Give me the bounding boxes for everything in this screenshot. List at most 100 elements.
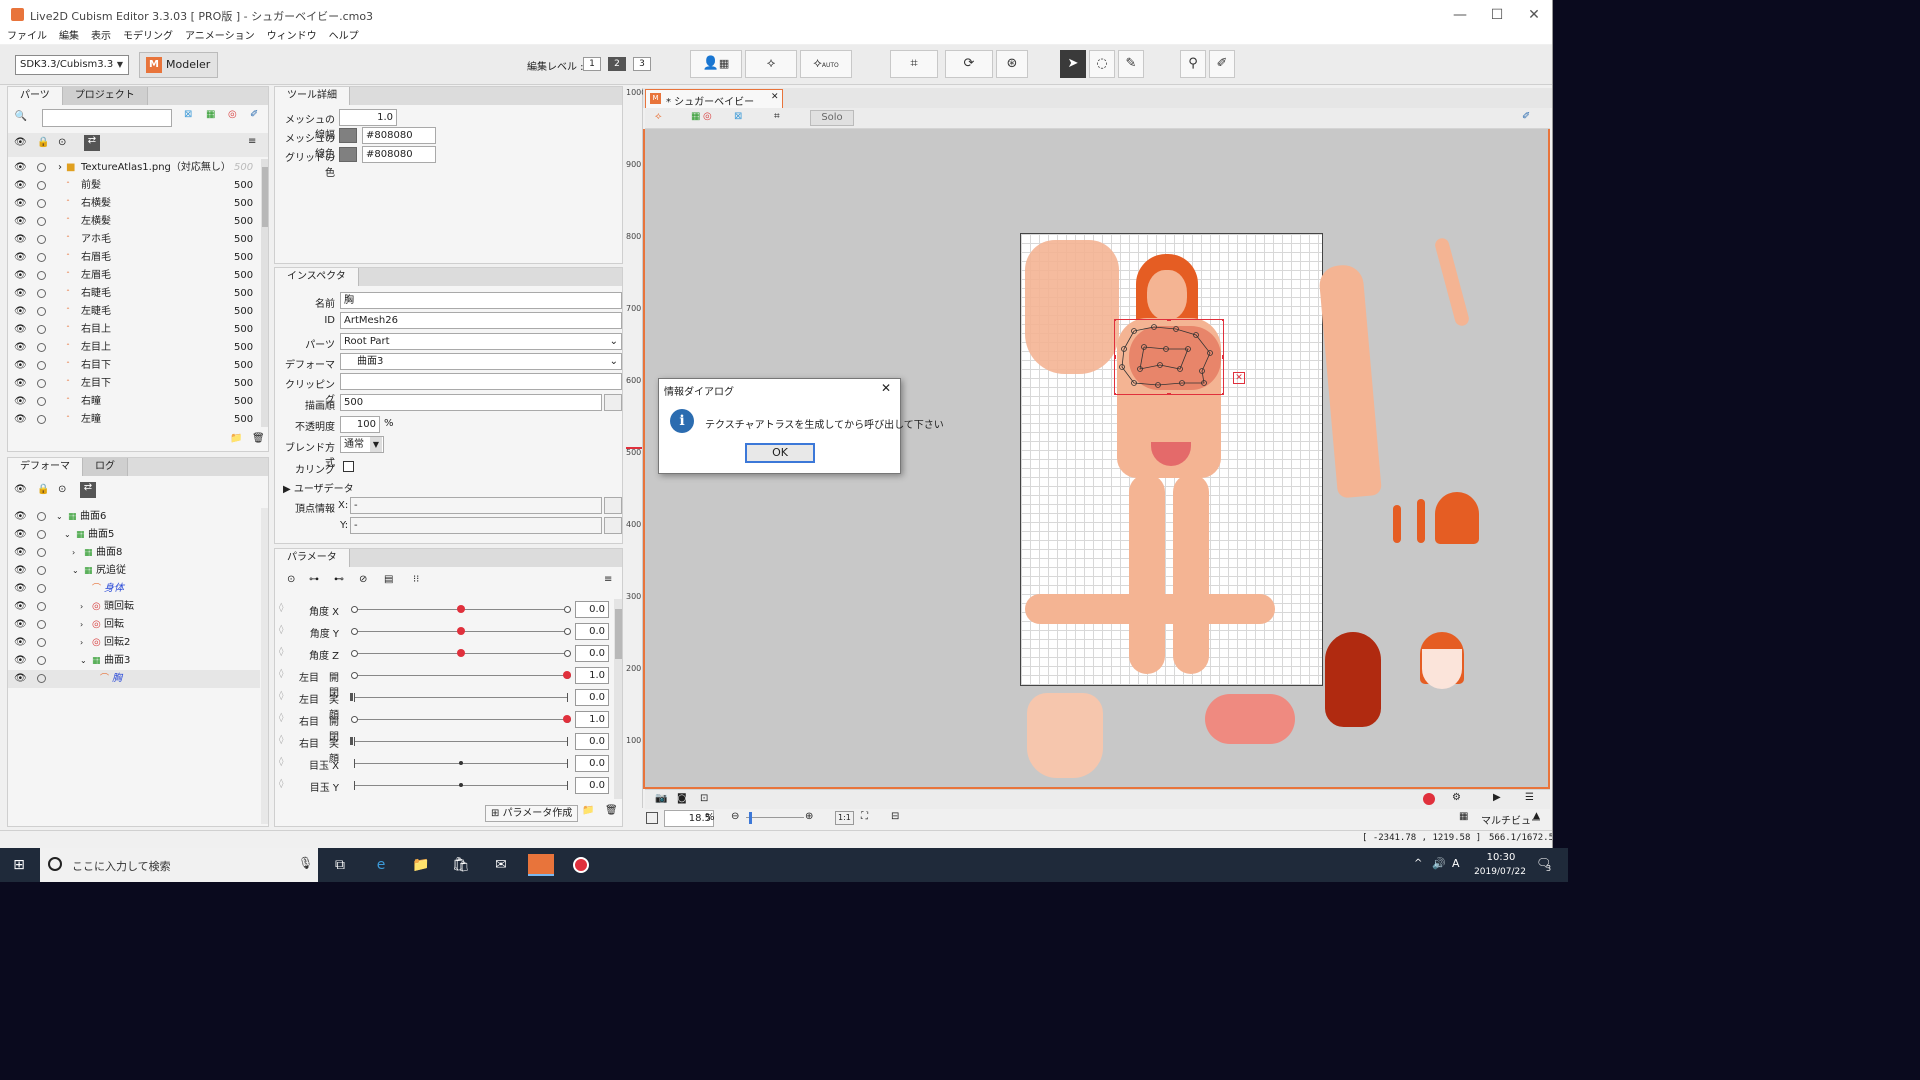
lock-toggle[interactable] (37, 235, 46, 244)
ime-icon[interactable]: A (1452, 857, 1460, 870)
blend-select[interactable]: 通常 ▼ (340, 436, 384, 453)
name-input[interactable]: 胸 (340, 292, 622, 309)
parameter-slider-knob[interactable] (456, 649, 465, 657)
eye-icon[interactable]: 👁 (14, 357, 27, 375)
parameter-row[interactable]: ◊ 角度 Z 0.0 (275, 643, 613, 665)
menu-animation[interactable]: アニメーション (178, 30, 260, 43)
windows-start-icon[interactable]: ⊞ (8, 854, 30, 876)
eye-icon[interactable]: 👁 (14, 375, 27, 393)
tab-deformer[interactable]: デフォーマ (8, 458, 83, 476)
lock-toggle[interactable] (37, 566, 46, 575)
volume-icon[interactable]: 🔊 (1432, 857, 1446, 870)
parameter-value[interactable]: 0.0 (575, 777, 609, 794)
part-row[interactable]: 👁 ˆ 右睫毛 500 (8, 285, 260, 303)
tab-inspector[interactable]: インスペクタ (275, 268, 359, 286)
clock-date[interactable]: 2019/07/22 (1468, 867, 1532, 877)
task-view-icon[interactable]: ⧉ (329, 854, 351, 876)
part-row[interactable]: 👁 ˆ 左目上 500 (8, 339, 260, 357)
parameter-row[interactable]: ◊ 角度 Y 0.0 (275, 621, 613, 643)
lock-icon[interactable]: 🔒 (37, 137, 49, 148)
deformer-row[interactable]: 👁 ⌒ 身体 (8, 580, 260, 598)
deformer-row[interactable]: 👁 › ◎ 回転 (8, 616, 260, 634)
eye-icon[interactable]: 👁 (14, 411, 27, 427)
edit-level-2[interactable]: 2 (608, 57, 626, 71)
lock-toggle[interactable] (37, 217, 46, 226)
list-icon[interactable]: ☰ (1525, 792, 1534, 803)
menu-file[interactable]: ファイル (0, 30, 52, 43)
link-icon[interactable]: ◊ (279, 625, 283, 635)
deformer-select[interactable]: 曲面3 ⌄ (340, 353, 622, 370)
part-row[interactable]: 👁 ˆ アホ毛 500 (8, 231, 260, 249)
eye-icon[interactable]: 👁 (14, 652, 27, 670)
key-point[interactable] (351, 628, 358, 635)
settings-gear-icon[interactable]: ⚙ (1452, 792, 1461, 803)
grid-keys-icon[interactable]: ⁝⁝ (413, 574, 419, 585)
eye-icon[interactable]: 👁 (14, 267, 27, 285)
capture-icon[interactable]: ◙ (677, 793, 687, 804)
brush-button[interactable]: ✎ (1118, 50, 1144, 78)
deformer-row[interactable]: 👁 ⌄ ▦ 曲面3 (8, 652, 260, 670)
eye-icon[interactable]: 👁 (14, 137, 27, 148)
recorder-icon[interactable] (570, 854, 592, 876)
deformer-display-icon[interactable]: ▦ (691, 111, 700, 122)
trash-icon[interactable]: 🗑 (252, 433, 265, 444)
lock-toggle[interactable] (37, 361, 46, 370)
close-button[interactable]: ✕ (1518, 4, 1550, 26)
key-point[interactable] (351, 606, 358, 613)
tree-expander-icon[interactable]: ⌄ (72, 562, 79, 580)
key-point[interactable] (564, 650, 571, 657)
parameter-row[interactable]: ◊ 左目 開閉 1.0 (275, 665, 613, 699)
deformer-row[interactable]: 👁 ⌄ ▦ 尻追従 (8, 562, 260, 580)
key-point[interactable] (564, 606, 571, 613)
key-point[interactable] (351, 650, 358, 657)
draw-order-input[interactable]: 500 (340, 394, 602, 411)
key-point[interactable] (351, 716, 358, 723)
lasso-button[interactable]: ◌ (1089, 50, 1115, 78)
actual-size-button[interactable]: 1:1 (835, 811, 854, 825)
mesh-line-color-swatch[interactable] (339, 128, 357, 143)
filter-pin-icon[interactable]: ✐ (250, 109, 258, 120)
deformer-row[interactable]: 👁 › ▦ 曲面8 (8, 544, 260, 562)
parameter-row[interactable]: ◊ 目玉 X 0.0 (275, 753, 613, 775)
eye-icon[interactable]: 👁 (14, 321, 27, 339)
part-row[interactable]: 👁 ˆ 左瞳 500 (8, 411, 260, 427)
lock-toggle[interactable] (37, 289, 46, 298)
record-button[interactable] (1423, 793, 1435, 805)
parameter-scrollbar[interactable] (614, 599, 622, 799)
menu-window[interactable]: ウィンドウ (260, 30, 322, 43)
parts-scrollbar[interactable] (261, 159, 268, 427)
camera-icon[interactable]: 📷 (655, 793, 667, 804)
eye-icon[interactable]: 👁 (14, 562, 27, 580)
lock-toggle[interactable] (37, 253, 46, 262)
lock-toggle[interactable] (37, 620, 46, 629)
fit-screen-icon[interactable] (646, 812, 658, 824)
microphone-icon[interactable]: 🎙 (298, 856, 313, 870)
clipping-input[interactable] (340, 373, 622, 390)
screen-toggle-icon[interactable]: ⊟ (891, 811, 899, 822)
lock-toggle[interactable] (37, 638, 46, 647)
view-tab-sugarbaby[interactable]: M * シュガーベイビー ✕ (645, 89, 783, 108)
menu-edit[interactable]: 編集 (52, 30, 84, 43)
vertex-y-spinner[interactable] (604, 517, 622, 534)
play-circle-icon[interactable]: ⊙ (287, 574, 295, 585)
parameter-slider-knob[interactable] (350, 737, 353, 745)
edit-level-1[interactable]: 1 (583, 57, 601, 71)
key-point[interactable] (564, 628, 571, 635)
parameter-slider-knob[interactable] (456, 605, 465, 613)
eye-icon[interactable]: 👁 (14, 339, 27, 357)
tree-expander-icon[interactable]: › (80, 616, 83, 634)
trash-icon[interactable]: 🗑 (605, 805, 618, 816)
lock-toggle[interactable] (37, 343, 46, 352)
link-icon[interactable]: ◊ (279, 669, 283, 679)
vertex-x-input[interactable]: - (350, 497, 602, 514)
tray-chevron-icon[interactable]: ^ (1414, 858, 1422, 869)
tree-expander-icon[interactable]: › (80, 634, 83, 652)
pin-tool-button[interactable]: ⚲ (1180, 50, 1206, 78)
link-icon[interactable]: ◊ (279, 647, 283, 657)
parameter-value[interactable]: 0.0 (575, 623, 609, 640)
tab-project[interactable]: プロジェクト (62, 87, 148, 105)
eyedropper-button[interactable]: ✐ (1209, 50, 1235, 78)
eye-icon[interactable]: 👁 (14, 484, 27, 495)
menu-view[interactable]: 表示 (84, 30, 116, 43)
part-row[interactable]: 👁 ˆ 右瞳 500 (8, 393, 260, 411)
